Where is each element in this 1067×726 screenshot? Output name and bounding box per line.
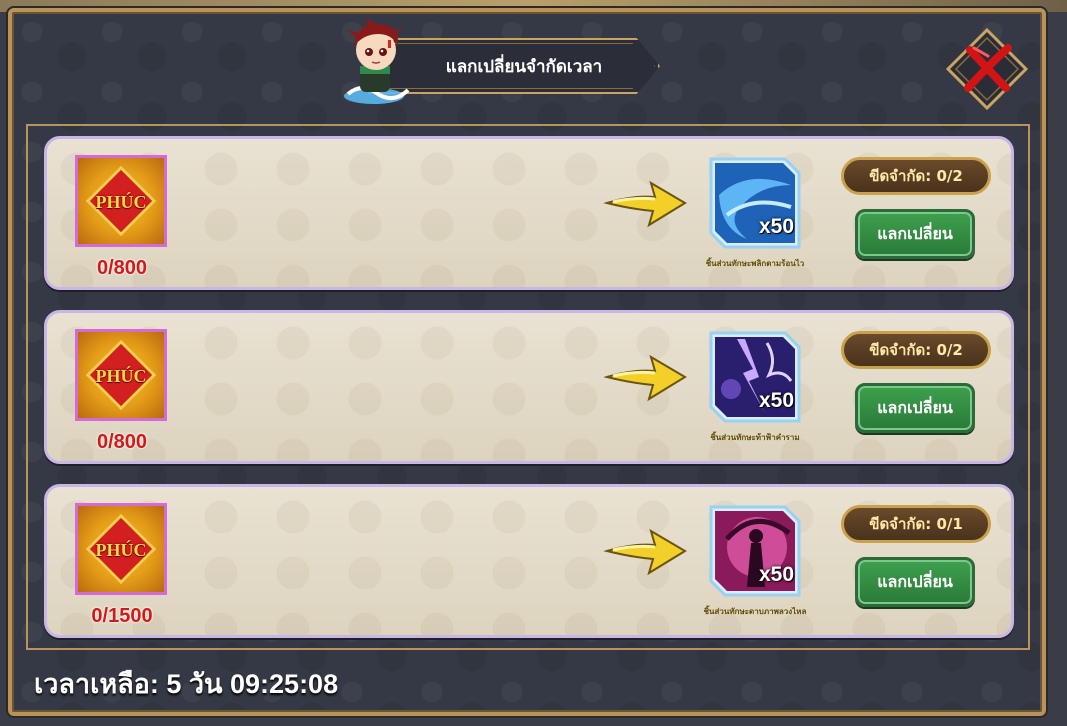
- reward-name: ชิ้นส่วนทักษะพลิกตามร้อนไว: [705, 259, 805, 268]
- limit-badge: ขีดจำกัด: 0/2: [841, 157, 991, 195]
- token-count: 0/1500: [91, 605, 153, 627]
- exchange-row: PHÚC 0/800 x50 ชิ้นส่วนทักษะพลิกตามร้อนไ…: [44, 136, 1014, 290]
- token-label: PHÚC: [95, 366, 147, 386]
- token-count: 0/800: [96, 257, 148, 279]
- phuc-token-icon: PHÚC: [75, 329, 167, 421]
- phuc-token-icon: PHÚC: [75, 155, 167, 247]
- phuc-token-icon: PHÚC: [75, 503, 167, 595]
- exchange-row: PHÚC 0/1500 x50 ชิ้นส่วนทักษะดาบภาพลวงไห…: [44, 484, 1014, 638]
- exchange-row: PHÚC 0/800 x50 ชิ้นส่วนทักษะท้าฟ้าคำราม …: [44, 310, 1014, 464]
- arrow-right-icon: [603, 528, 687, 576]
- arrow-right-icon: [603, 180, 687, 228]
- limit-badge: ขีดจำกัด: 0/2: [841, 331, 991, 369]
- token-label: PHÚC: [95, 540, 147, 560]
- exchange-button[interactable]: แลกเปลี่ยน: [855, 557, 975, 607]
- close-x-icon[interactable]: [944, 26, 1030, 112]
- arrow-right-icon: [603, 354, 687, 402]
- reward-quantity: x50: [759, 563, 795, 586]
- token-label: PHÚC: [95, 192, 147, 212]
- reward-name: ชิ้นส่วนทักษะท้าฟ้าคำราม: [710, 433, 800, 442]
- exchange-button[interactable]: แลกเปลี่ยน: [855, 209, 975, 259]
- time-remaining: เวลาเหลือ: 5 วัน 09:25:08: [34, 669, 339, 699]
- token-count: 0/800: [96, 431, 148, 453]
- limit-badge: ขีดจำกัด: 0/1: [841, 505, 991, 543]
- chibi-character-icon: [344, 18, 410, 104]
- reward-name: ชิ้นส่วนทักษะดาบภาพลวงไหล: [703, 607, 807, 616]
- reward-quantity: x50: [759, 389, 795, 412]
- reward-quantity: x50: [759, 215, 795, 238]
- exchange-button[interactable]: แลกเปลี่ยน: [855, 383, 975, 433]
